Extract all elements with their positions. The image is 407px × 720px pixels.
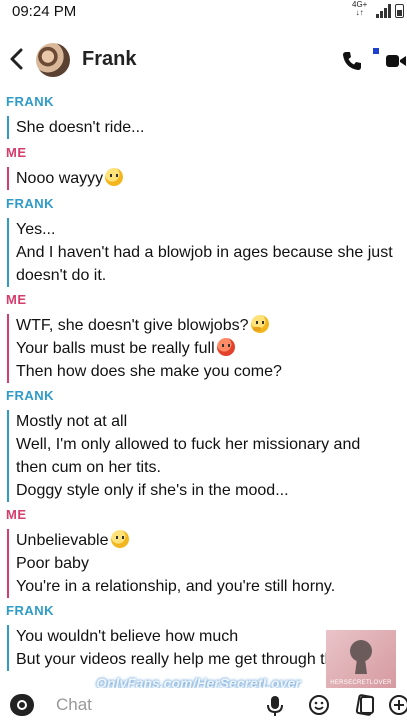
back-chevron-icon[interactable] — [6, 45, 28, 73]
sender-label: FRANK — [6, 94, 54, 109]
message-body: She doesn't ride... — [7, 116, 144, 139]
notification-dot — [373, 48, 379, 54]
sender-label: FRANK — [6, 196, 54, 211]
message-line: WTF, she doesn't give blowjobs? — [16, 317, 249, 334]
message-body: WTF, she doesn't give blowjobs? Your bal… — [7, 314, 282, 383]
message-line: Nooo wayyy — [16, 170, 104, 187]
contact-name[interactable]: Frank — [82, 48, 136, 71]
message-line: Yes... — [16, 221, 56, 238]
sticker-icon[interactable] — [308, 694, 330, 716]
message-body: Yes... And I haven't had a blowjob in ag… — [7, 218, 393, 287]
sender-label: FRANK — [6, 388, 54, 403]
hot-face-icon — [216, 338, 235, 356]
message-line: Mostly not at all — [16, 413, 128, 430]
message-line: You wouldn't believe how much — [16, 628, 239, 645]
memories-icon[interactable] — [355, 694, 377, 716]
chat-header: Frank — [0, 28, 407, 90]
add-icon[interactable] — [388, 694, 407, 716]
sender-label: FRANK — [6, 603, 54, 618]
avatar[interactable] — [36, 43, 70, 77]
network-arrows: ↓↑ — [355, 8, 364, 17]
video-camera-icon[interactable] — [385, 52, 407, 70]
message-body: Nooo wayyy — [7, 167, 124, 190]
sender-label: ME — [6, 145, 27, 160]
message-line: Unbelievable — [16, 532, 109, 549]
message-body: You wouldn't believe how much But your v… — [7, 625, 373, 671]
status-time: 09:24 PM — [12, 3, 77, 20]
chat-input-bar — [0, 688, 407, 720]
thinking-face-icon — [250, 315, 269, 333]
worried-face-icon — [110, 530, 129, 548]
message-line: then cum on her tits. — [16, 459, 161, 476]
message-body: Unbelievable Poor baby You're in a relat… — [7, 529, 335, 598]
message-line: Then how does she make you come? — [16, 363, 282, 380]
surprised-face-icon — [105, 168, 124, 186]
message-line: And I haven't had a blowjob in ages beca… — [16, 244, 393, 261]
phone-icon[interactable] — [341, 50, 363, 72]
message-line: Doggy style only if she's in the mood... — [16, 482, 289, 499]
network-indicator: 4G+ ↓↑ — [352, 1, 367, 17]
sender-label: ME — [6, 507, 27, 522]
chat-input[interactable] — [54, 690, 258, 720]
message-line: She doesn't ride... — [16, 119, 145, 136]
signal-icon — [376, 4, 392, 18]
camera-icon[interactable] — [10, 694, 34, 716]
keyhole-icon — [350, 640, 372, 662]
message-line: You're in a relationship, and you're sti… — [16, 578, 336, 595]
battery-icon — [395, 4, 404, 18]
microphone-icon[interactable] — [266, 695, 284, 717]
sender-label: ME — [6, 292, 27, 307]
message-line: But your videos really help me get throu… — [16, 651, 373, 668]
message-line: Poor baby — [16, 555, 89, 572]
status-bar: 09:24 PM 4G+ ↓↑ — [0, 0, 407, 26]
message-line: Your balls must be really full — [16, 340, 215, 357]
watermark-logo: HERSECRETLOVER — [326, 630, 396, 688]
message-body: Mostly not at all Well, I'm only allowed… — [7, 410, 360, 502]
message-line: doesn't do it. — [16, 267, 107, 284]
watermark-caption: HERSECRETLOVER — [330, 680, 392, 686]
message-line: Well, I'm only allowed to fuck her missi… — [16, 436, 361, 453]
